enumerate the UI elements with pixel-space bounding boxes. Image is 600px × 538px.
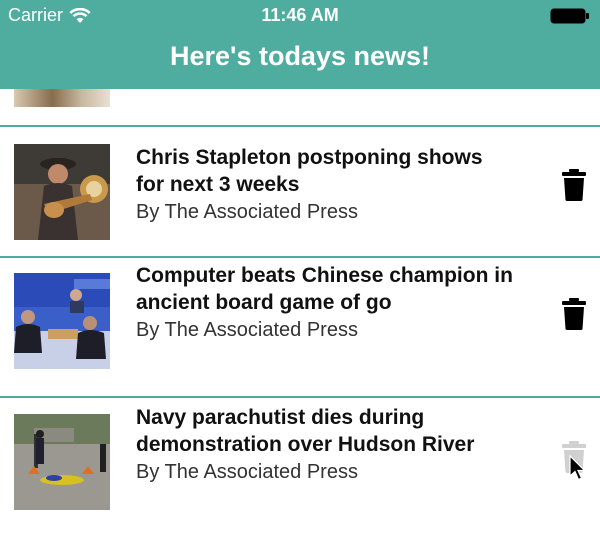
article-thumbnail: [14, 144, 110, 240]
page-title: Here's todays news!: [169, 41, 431, 71]
article-thumbnail: [14, 89, 110, 107]
status-time: 11:46 AM: [261, 5, 339, 25]
list-item[interactable]: Chris Stapleton postponing shows for nex…: [0, 127, 600, 258]
mouse-cursor-icon: [569, 455, 586, 481]
list-item[interactable]: Computer beats Chinese champion in ancie…: [0, 258, 600, 398]
status-bar: Carrier 11:46 AM: [0, 0, 600, 32]
trash-icon[interactable]: [561, 169, 587, 201]
article-headline[interactable]: Chris Stapleton postponing shows for nex…: [136, 144, 516, 198]
article-headline[interactable]: Computer beats Chinese champion in ancie…: [136, 262, 516, 316]
navigation-header: Carrier 11:46 AM Here's todays news!: [0, 0, 600, 89]
article-thumbnail: [14, 273, 110, 369]
list-item[interactable]: Navy parachutist dies during demonstrati…: [0, 398, 600, 538]
news-list[interactable]: ​ Chris Stapleton postponing shows for n…: [0, 89, 600, 538]
trash-icon[interactable]: [561, 298, 587, 330]
battery-icon: [550, 8, 589, 24]
list-item-partial[interactable]: ​: [0, 89, 600, 127]
article-thumbnail: [14, 414, 110, 510]
article-byline: By The Associated Press: [136, 201, 358, 223]
article-headline[interactable]: Navy parachutist dies during demonstrati…: [136, 404, 516, 458]
article-byline: By The Associated Press: [136, 461, 358, 483]
article-byline: By The Associated Press: [136, 319, 358, 341]
